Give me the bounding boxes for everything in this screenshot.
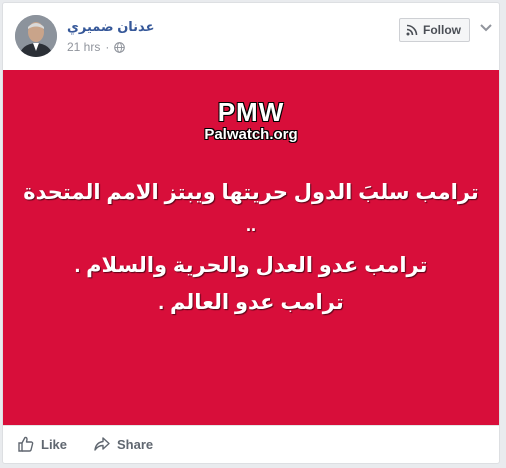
post-image[interactable]: PMW Palwatch.org ترامب سلبَ الدول حريتها… (3, 70, 499, 425)
image-text-line: .. (245, 215, 256, 235)
image-text-line: ترامب سلبَ الدول حريتها ويبتز الامم المت… (23, 181, 479, 204)
image-text-line: ترامب عدو العدل والحرية والسلام . (74, 254, 428, 277)
chevron-down-icon[interactable] (477, 18, 495, 36)
follow-button[interactable]: Follow (399, 18, 470, 42)
avatar[interactable] (15, 15, 57, 57)
post-actions: Like Share (3, 425, 499, 464)
timestamp[interactable]: 21 hrs (67, 40, 100, 54)
author-name[interactable]: عدنان ضميري (67, 19, 154, 35)
globe-icon (114, 41, 126, 53)
like-button[interactable]: Like (17, 435, 67, 453)
share-label: Share (117, 436, 154, 452)
share-button[interactable]: Share (93, 435, 153, 453)
pmw-watermark: PMW (217, 97, 285, 127)
like-label: Like (41, 436, 68, 452)
follow-label: Follow (423, 23, 461, 37)
share-arrow-icon (94, 437, 110, 451)
rss-icon (406, 24, 418, 36)
thumbs-up-icon (18, 436, 34, 452)
pmw-site: Palwatch.org (204, 126, 298, 143)
post-meta: 21 hrs · (67, 40, 126, 54)
separator: · (105, 40, 110, 54)
facebook-post: عدنان ضميري 21 hrs · Follow PMW Palwatch… (2, 2, 500, 464)
post-header: عدنان ضميري 21 hrs · Follow (3, 3, 499, 69)
profile-photo (15, 15, 57, 57)
image-text-line: ترامب عدو العالم . (158, 291, 344, 314)
